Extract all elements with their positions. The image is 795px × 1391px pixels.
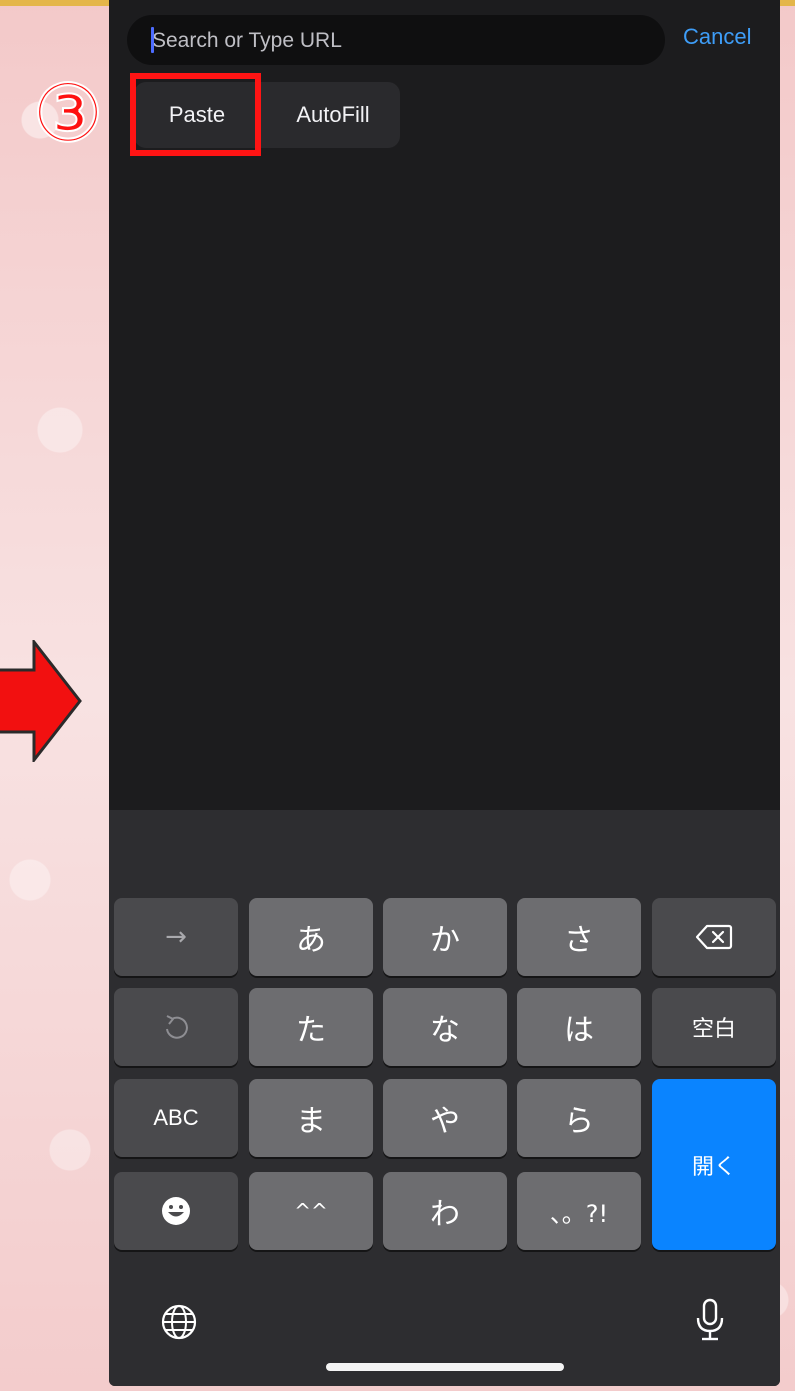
- abc-key[interactable]: ABC: [114, 1079, 238, 1157]
- step-number-badge: ③: [31, 67, 105, 160]
- kana-key-ya[interactable]: や: [383, 1079, 507, 1157]
- next-candidate-key[interactable]: →: [114, 898, 238, 976]
- paste-highlight-box: [130, 73, 261, 156]
- kana-key-a[interactable]: あ: [249, 898, 373, 976]
- globe-icon[interactable]: [159, 1302, 199, 1342]
- undo-icon: [166, 1015, 188, 1039]
- kana-key-na[interactable]: な: [383, 988, 507, 1066]
- kana-key-ha[interactable]: は: [517, 988, 641, 1066]
- kana-key-ta[interactable]: た: [249, 988, 373, 1066]
- emoji-icon: [162, 1197, 190, 1225]
- autofill-button[interactable]: AutoFill: [266, 82, 400, 148]
- search-bar[interactable]: [127, 15, 665, 67]
- kana-key-ma[interactable]: ま: [249, 1079, 373, 1157]
- kana-key-punctuation[interactable]: 、。?!: [517, 1172, 641, 1250]
- cancel-button[interactable]: Cancel: [683, 24, 751, 50]
- open-return-key[interactable]: 開く: [652, 1079, 776, 1250]
- emoji-key[interactable]: [114, 1172, 238, 1250]
- kana-key-ka[interactable]: か: [383, 898, 507, 976]
- phone-screen: Cancel Paste AutoFill → あ か さ た な は: [109, 0, 780, 1386]
- kana-key-ra[interactable]: ら: [517, 1079, 641, 1157]
- text-cursor: [151, 27, 154, 53]
- search-input[interactable]: [150, 15, 654, 67]
- home-indicator[interactable]: [326, 1363, 564, 1371]
- japanese-keyboard: → あ か さ た な は 空白 ABC ま や ら 開く ^^ わ 、。?!: [109, 810, 780, 1386]
- undo-key[interactable]: [114, 988, 238, 1066]
- kana-key-wa[interactable]: わ: [383, 1172, 507, 1250]
- kana-key-kaomoji[interactable]: ^^: [249, 1172, 373, 1250]
- delete-key[interactable]: [652, 898, 776, 976]
- delete-icon: [695, 924, 733, 950]
- kana-key-sa[interactable]: さ: [517, 898, 641, 976]
- red-arrow-icon: [0, 640, 82, 762]
- microphone-icon[interactable]: [693, 1298, 727, 1342]
- space-key[interactable]: 空白: [652, 988, 776, 1066]
